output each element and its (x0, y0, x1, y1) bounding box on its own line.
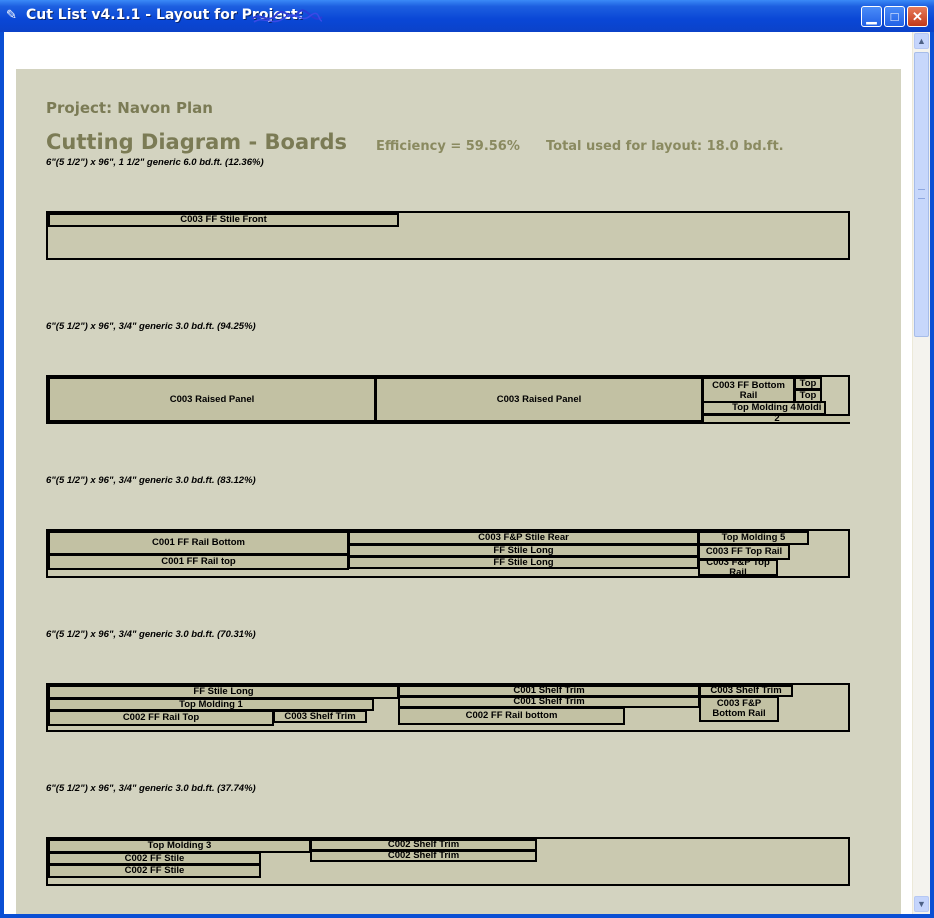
board-diagram: FF Stile Long Top Molding 1 C002 FF Rail… (46, 683, 850, 732)
board-piece: C003 Shelf Trim (273, 710, 367, 723)
efficiency-label: Efficiency = 59.56% (376, 139, 520, 154)
minimize-button[interactable]: ▁ (861, 6, 882, 27)
board-piece: C002 FF Rail Top (48, 710, 274, 726)
board-piece: C003 Raised Panel (375, 377, 703, 422)
scroll-up-arrow-icon[interactable]: ▲ (914, 33, 929, 49)
board-piece: C003 F&P Bottom Rail (699, 696, 779, 722)
board-diagram: Top Molding 3 C002 FF Stile C002 FF Stil… (46, 837, 850, 886)
scroll-down-arrow-icon[interactable]: ▼ (914, 896, 929, 912)
board-piece: C003 Raised Panel (48, 377, 376, 422)
board-caption: 6"(5 1/2") x 96", 3/4" generic 3.0 bd.ft… (46, 629, 256, 640)
board-diagram: C001 FF Rail Bottom C001 FF Rail top C00… (46, 529, 850, 578)
board-caption: 6"(5 1/2") x 96", 3/4" generic 3.0 bd.ft… (46, 783, 256, 794)
board-piece: C003 F&P Top Rail (698, 559, 778, 576)
board-piece: Top Molding 5 (698, 531, 809, 545)
board-piece: C002 Shelf Trim (310, 850, 537, 862)
board-caption: 6"(5 1/2") x 96", 3/4" generic 3.0 bd.ft… (46, 475, 256, 486)
report-viewport[interactable]: Project: Navon Plan Cutting Diagram - Bo… (4, 32, 930, 914)
board-diagram: C003 FF Stile Front (46, 211, 850, 260)
project-name: Project: Navon Plan (46, 99, 213, 117)
close-button[interactable]: ✕ (907, 6, 928, 27)
cutting-report-page: Project: Navon Plan Cutting Diagram - Bo… (16, 69, 901, 914)
page-title: Cutting Diagram - Boards (46, 130, 348, 154)
app-pencil-icon: ✎ (6, 7, 17, 22)
board-piece: FF Stile Long (48, 685, 399, 699)
board-piece: C003 FF Top Rail (698, 544, 790, 560)
board-piece: C003 FF Bottom Rail (702, 377, 795, 404)
board-diagram: C003 Raised Panel C003 Raised Panel C003… (46, 375, 850, 424)
board-piece: Moldi (796, 402, 822, 414)
total-used-label: Total used for layout: 18.0 bd.ft. (546, 139, 784, 154)
board-piece: C003 FF Stile Front (48, 213, 399, 227)
scrollbar-thumb[interactable] (914, 52, 929, 337)
board-piece: FF Stile Long (348, 556, 699, 569)
board-piece: C003 F&P Stile Rear (348, 531, 699, 545)
board-piece: C002 FF Stile (48, 864, 261, 878)
board-caption: 6"(5 1/2") x 96", 3/4" generic 3.0 bd.ft… (46, 321, 256, 332)
board-piece: C001 FF Rail Bottom (48, 531, 349, 555)
board-piece: C002 FF Rail bottom (398, 707, 625, 725)
vertical-scrollbar[interactable]: ▲ ▼ (912, 32, 930, 914)
board-piece: Top Molding 3 (48, 839, 311, 853)
redacted-scribble-icon (251, 9, 323, 23)
board-piece: 2 (702, 414, 850, 422)
app-window: ✎ Cut List v4.1.1 - Layout for Project: … (0, 0, 934, 918)
board-piece: C001 FF Rail top (48, 554, 349, 570)
grip-icon (918, 189, 925, 199)
title-bar[interactable]: ✎ Cut List v4.1.1 - Layout for Project: … (0, 0, 934, 32)
board-caption: 6"(5 1/2") x 96", 1 1/2" generic 6.0 bd.… (46, 157, 264, 168)
maximize-button[interactable]: □ (884, 6, 905, 27)
